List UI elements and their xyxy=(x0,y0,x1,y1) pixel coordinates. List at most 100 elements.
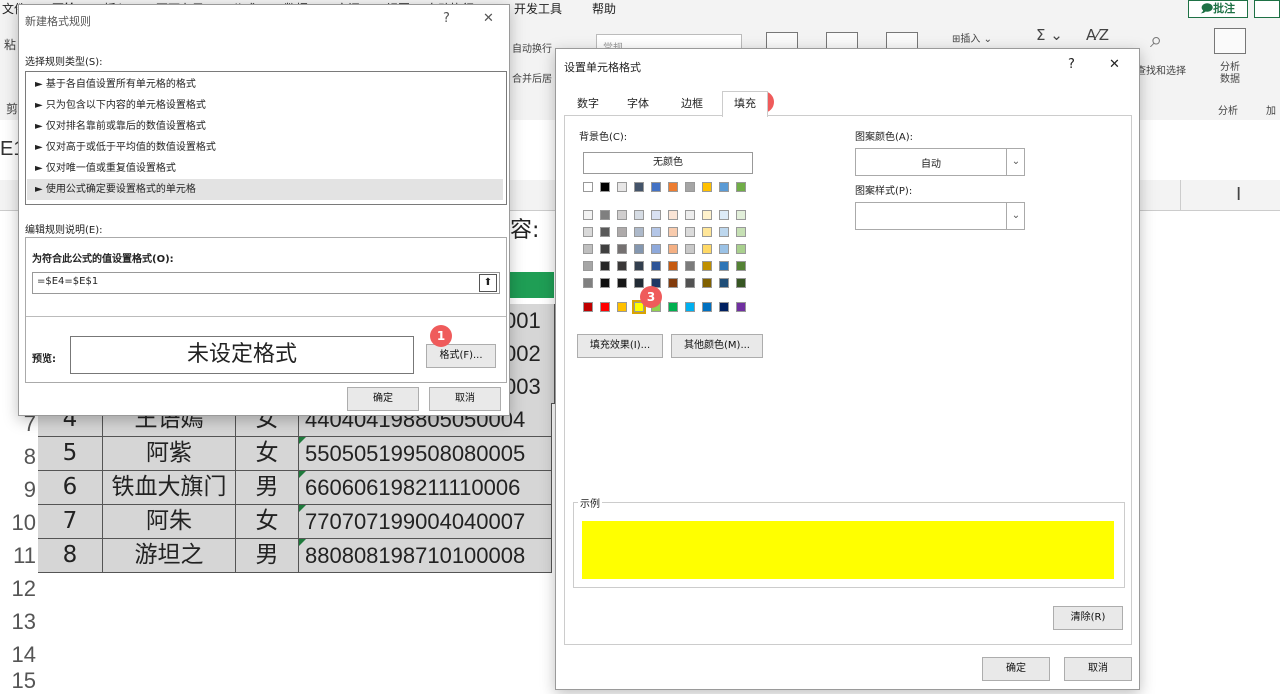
theme-color-swatch[interactable] xyxy=(668,182,678,192)
name-cell[interactable]: 铁血大旗门 xyxy=(103,471,236,505)
pattern-style-select[interactable]: ⌄ xyxy=(855,202,1025,230)
theme-shade-swatch[interactable] xyxy=(634,244,644,254)
name-cell[interactable]: 阿紫 xyxy=(103,437,236,471)
tab-border[interactable]: 边框 xyxy=(670,93,714,115)
theme-shade-swatch[interactable] xyxy=(617,244,627,254)
help-icon[interactable]: ? xyxy=(443,11,450,26)
theme-shade-swatch[interactable] xyxy=(634,261,644,271)
theme-color-swatch[interactable] xyxy=(600,182,610,192)
theme-shade-swatch[interactable] xyxy=(583,210,593,220)
theme-shade-swatch[interactable] xyxy=(736,278,746,288)
name-cell[interactable]: 游坦之 xyxy=(103,539,236,573)
rule-type-item[interactable]: ► 仅对唯一值或重复值设置格式 xyxy=(27,158,503,179)
chevron-down-icon[interactable]: ⌄ xyxy=(1006,203,1025,229)
menu-developer[interactable]: 开发工具 xyxy=(514,0,562,17)
theme-color-swatch[interactable] xyxy=(685,182,695,192)
format-button[interactable]: 格式(F)... xyxy=(426,344,496,368)
theme-shade-swatch[interactable] xyxy=(600,227,610,237)
standard-color-swatch[interactable] xyxy=(685,302,695,312)
cancel-button[interactable]: 取消 xyxy=(1064,657,1132,681)
theme-shade-swatch[interactable] xyxy=(583,261,593,271)
no-cell[interactable]: 7 xyxy=(38,505,103,539)
theme-shade-swatch[interactable] xyxy=(736,210,746,220)
no-cell[interactable]: 8 xyxy=(38,539,103,573)
more-colors-button[interactable]: 其他颜色(M)... xyxy=(671,334,763,358)
theme-shade-swatch[interactable] xyxy=(668,278,678,288)
theme-shade-swatch[interactable] xyxy=(583,227,593,237)
theme-shade-swatch[interactable] xyxy=(685,210,695,220)
theme-color-swatch[interactable] xyxy=(702,182,712,192)
theme-color-swatch[interactable] xyxy=(736,182,746,192)
close-icon[interactable]: ✕ xyxy=(483,11,494,26)
sort-filter-icon[interactable]: A⁄Z xyxy=(1086,26,1109,44)
theme-shade-swatch[interactable] xyxy=(617,278,627,288)
clear-button[interactable]: 清除(R) xyxy=(1053,606,1123,630)
theme-shade-swatch[interactable] xyxy=(651,227,661,237)
theme-shade-swatch[interactable] xyxy=(600,244,610,254)
rule-type-item[interactable]: ► 只为包含以下内容的单元格设置格式 xyxy=(27,95,503,116)
theme-shade-swatch[interactable] xyxy=(668,244,678,254)
tab-fill[interactable]: 填充 xyxy=(722,91,768,117)
wrap-text-button[interactable]: 自动换行 xyxy=(512,40,552,55)
id-cell[interactable]: 550505199508080005 xyxy=(299,437,552,471)
rule-type-item[interactable]: ► 仅对排名靠前或靠后的数值设置格式 xyxy=(27,116,503,137)
id-cell[interactable]: 880808198710100008 xyxy=(299,539,552,573)
theme-shade-swatch[interactable] xyxy=(583,278,593,288)
no-cell[interactable]: 6 xyxy=(38,471,103,505)
theme-color-swatch[interactable] xyxy=(617,182,627,192)
gender-cell[interactable]: 女 xyxy=(236,505,299,539)
theme-shade-swatch[interactable] xyxy=(634,210,644,220)
formula-input[interactable]: =$E4=$E$1 ⬆ xyxy=(32,272,500,294)
tab-number[interactable]: 数字 xyxy=(568,93,608,115)
theme-shade-swatch[interactable] xyxy=(583,244,593,254)
menu-help[interactable]: 帮助 xyxy=(592,0,616,17)
id-cell[interactable]: 770707199004040007 xyxy=(299,505,552,539)
theme-shade-swatch[interactable] xyxy=(702,210,712,220)
theme-shade-swatch[interactable] xyxy=(617,210,627,220)
no-cell[interactable]: 5 xyxy=(38,437,103,471)
theme-shade-swatch[interactable] xyxy=(702,244,712,254)
pattern-color-select[interactable]: 自动 ⌄ xyxy=(855,148,1025,176)
sum-icon[interactable]: Σ ⌄ xyxy=(1036,26,1063,44)
find-select-button[interactable]: 查找和选择 xyxy=(1136,62,1186,77)
theme-shade-swatch[interactable] xyxy=(634,278,644,288)
theme-shade-swatch[interactable] xyxy=(634,227,644,237)
chevron-down-icon[interactable]: ⌄ xyxy=(1006,149,1025,175)
theme-shade-swatch[interactable] xyxy=(719,244,729,254)
gender-cell[interactable]: 男 xyxy=(236,471,299,505)
theme-color-swatch[interactable] xyxy=(651,182,661,192)
gender-cell[interactable]: 女 xyxy=(236,437,299,471)
theme-shade-swatch[interactable] xyxy=(668,261,678,271)
standard-color-swatch[interactable] xyxy=(617,302,627,312)
theme-shade-swatch[interactable] xyxy=(651,261,661,271)
tab-font[interactable]: 字体 xyxy=(618,93,658,115)
close-icon[interactable]: ✕ xyxy=(1109,57,1120,72)
theme-shade-swatch[interactable] xyxy=(685,227,695,237)
theme-shade-swatch[interactable] xyxy=(600,210,610,220)
rule-type-item[interactable]: ► 仅对高于或低于平均值的数值设置格式 xyxy=(27,137,503,158)
theme-shade-swatch[interactable] xyxy=(685,244,695,254)
standard-color-swatch[interactable] xyxy=(668,302,678,312)
cancel-button[interactable]: 取消 xyxy=(429,387,501,411)
theme-shade-swatch[interactable] xyxy=(651,210,661,220)
theme-shade-swatch[interactable] xyxy=(736,261,746,271)
theme-shade-swatch[interactable] xyxy=(719,261,729,271)
theme-color-swatch[interactable] xyxy=(583,182,593,192)
theme-shade-swatch[interactable] xyxy=(617,227,627,237)
collapse-icon[interactable]: ⬆ xyxy=(479,274,497,292)
analyze-data-icon[interactable] xyxy=(1214,28,1246,54)
theme-color-swatch[interactable] xyxy=(634,182,644,192)
theme-shade-swatch[interactable] xyxy=(617,261,627,271)
theme-shade-swatch[interactable] xyxy=(600,278,610,288)
theme-shade-swatch[interactable] xyxy=(651,244,661,254)
share-button[interactable] xyxy=(1254,0,1280,18)
theme-shade-swatch[interactable] xyxy=(685,261,695,271)
comment-button[interactable]: 🗩批注 xyxy=(1188,0,1248,18)
theme-shade-swatch[interactable] xyxy=(736,244,746,254)
rule-type-item-selected[interactable]: ► 使用公式确定要设置格式的单元格 xyxy=(27,179,503,200)
fill-effects-button[interactable]: 填充效果(I)... xyxy=(577,334,663,358)
standard-color-swatch[interactable] xyxy=(600,302,610,312)
theme-shade-swatch[interactable] xyxy=(702,278,712,288)
theme-shade-swatch[interactable] xyxy=(719,278,729,288)
insert-cells-button[interactable]: ⊞插入 ⌄ xyxy=(952,30,992,45)
